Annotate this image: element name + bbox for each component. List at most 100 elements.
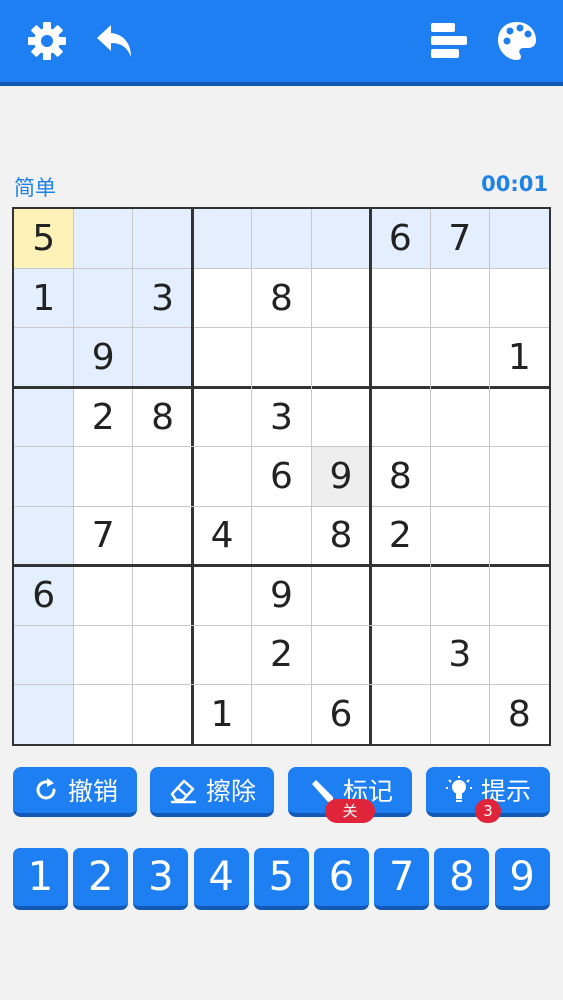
sudoku-board: 5671389128369874826923168 bbox=[12, 207, 551, 746]
sudoku-cell[interactable] bbox=[430, 268, 489, 327]
sudoku-cell[interactable]: 1 bbox=[192, 685, 251, 744]
sudoku-cell[interactable] bbox=[430, 685, 489, 744]
sudoku-cell[interactable] bbox=[371, 387, 430, 446]
erase-button[interactable]: 擦除 bbox=[150, 767, 274, 817]
sudoku-cell[interactable] bbox=[311, 268, 370, 327]
sudoku-cell[interactable] bbox=[133, 625, 192, 684]
number-button-3[interactable]: 3 bbox=[133, 848, 189, 910]
sudoku-cell[interactable] bbox=[311, 387, 370, 446]
sudoku-cell[interactable] bbox=[490, 268, 549, 327]
sudoku-cell[interactable] bbox=[132, 209, 193, 269]
sudoku-cell[interactable] bbox=[73, 685, 132, 744]
theme-button[interactable] bbox=[494, 18, 540, 64]
sudoku-cell[interactable] bbox=[73, 625, 132, 684]
sudoku-cell[interactable]: 6 bbox=[370, 209, 431, 269]
sudoku-cell[interactable]: 8 bbox=[311, 506, 370, 565]
sudoku-cell[interactable]: 1 bbox=[14, 268, 74, 328]
sudoku-cell[interactable] bbox=[430, 328, 489, 387]
sudoku-cell[interactable] bbox=[252, 506, 311, 565]
number-button-7[interactable]: 7 bbox=[374, 848, 430, 910]
stats-button[interactable] bbox=[426, 18, 472, 64]
number-button-6[interactable]: 6 bbox=[314, 848, 369, 910]
sudoku-cell[interactable] bbox=[252, 685, 311, 744]
sudoku-cell[interactable]: 7 bbox=[73, 506, 132, 565]
sudoku-cell[interactable]: 8 bbox=[371, 447, 430, 506]
sudoku-cell[interactable]: 9 bbox=[252, 566, 311, 625]
sudoku-cell[interactable]: 4 bbox=[192, 506, 251, 565]
sudoku-cell[interactable]: 3 bbox=[252, 387, 311, 446]
sudoku-cell[interactable] bbox=[73, 447, 132, 506]
sudoku-cell[interactable] bbox=[192, 209, 252, 269]
notes-button[interactable]: 标记 关 bbox=[288, 767, 412, 823]
sudoku-cell[interactable] bbox=[371, 685, 430, 744]
sudoku-cell[interactable]: 8 bbox=[133, 387, 192, 446]
sudoku-cell[interactable] bbox=[490, 387, 549, 446]
hint-button[interactable]: 提示 3 bbox=[426, 767, 550, 823]
number-button-8[interactable]: 8 bbox=[434, 848, 490, 910]
sudoku-cell[interactable] bbox=[133, 447, 192, 506]
sudoku-cell[interactable] bbox=[251, 209, 312, 269]
sudoku-cell[interactable]: 6 bbox=[252, 447, 311, 506]
sudoku-cell[interactable] bbox=[73, 209, 133, 269]
undo-top-button[interactable] bbox=[92, 18, 138, 64]
sudoku-cell[interactable] bbox=[371, 268, 430, 327]
number-button-1[interactable]: 1 bbox=[13, 848, 68, 910]
number-button-4[interactable]: 4 bbox=[193, 848, 249, 910]
sudoku-cell[interactable] bbox=[14, 625, 74, 685]
sudoku-cell[interactable] bbox=[132, 327, 193, 388]
sudoku-cell[interactable] bbox=[192, 566, 251, 625]
sudoku-cell[interactable] bbox=[14, 506, 74, 566]
sudoku-cell[interactable] bbox=[73, 268, 133, 328]
sudoku-cell[interactable] bbox=[430, 506, 489, 565]
sudoku-cell[interactable] bbox=[252, 328, 311, 387]
sudoku-cell[interactable] bbox=[490, 566, 549, 625]
number-button-9[interactable]: 9 bbox=[494, 848, 550, 910]
sudoku-cell[interactable] bbox=[133, 685, 192, 744]
sudoku-cell[interactable] bbox=[73, 566, 132, 625]
sudoku-cell[interactable] bbox=[192, 268, 251, 327]
sudoku-cell[interactable] bbox=[430, 447, 489, 506]
sudoku-cell[interactable]: 3 bbox=[430, 625, 489, 684]
sudoku-cell[interactable]: 5 bbox=[14, 209, 74, 269]
sudoku-cell[interactable] bbox=[192, 447, 251, 506]
sudoku-cell[interactable]: 2 bbox=[371, 506, 430, 565]
sudoku-cell[interactable] bbox=[133, 566, 192, 625]
sudoku-cell[interactable]: 1 bbox=[490, 328, 549, 387]
sudoku-cell[interactable] bbox=[371, 625, 430, 684]
sudoku-cell[interactable] bbox=[192, 328, 251, 387]
sudoku-cell[interactable]: 9 bbox=[311, 446, 371, 507]
sudoku-cell[interactable] bbox=[14, 684, 74, 744]
sudoku-cell[interactable] bbox=[371, 566, 430, 625]
sudoku-cell[interactable] bbox=[133, 506, 192, 565]
sudoku-cell[interactable] bbox=[371, 328, 430, 387]
sudoku-cell[interactable] bbox=[311, 566, 370, 625]
sudoku-cell[interactable] bbox=[489, 209, 549, 269]
sudoku-cell[interactable] bbox=[490, 447, 549, 506]
sudoku-cell[interactable] bbox=[430, 566, 489, 625]
sudoku-cell[interactable]: 6 bbox=[14, 565, 74, 626]
sudoku-cell[interactable] bbox=[192, 625, 251, 684]
sudoku-cell[interactable]: 2 bbox=[252, 625, 311, 684]
sudoku-cell[interactable]: 3 bbox=[132, 268, 193, 328]
sudoku-cell[interactable] bbox=[490, 625, 549, 684]
sudoku-cell[interactable]: 9 bbox=[73, 327, 133, 388]
sudoku-cell[interactable] bbox=[14, 387, 74, 447]
sudoku-cell[interactable] bbox=[192, 387, 251, 446]
sudoku-cell[interactable]: 8 bbox=[490, 685, 549, 744]
sudoku-cell[interactable]: 2 bbox=[73, 387, 132, 446]
sudoku-cell[interactable] bbox=[14, 446, 74, 507]
sudoku-cell[interactable] bbox=[311, 209, 371, 269]
sudoku-cell[interactable] bbox=[311, 625, 370, 684]
sudoku-cell[interactable] bbox=[311, 328, 370, 387]
sudoku-cell[interactable] bbox=[14, 327, 74, 388]
sudoku-cell[interactable] bbox=[430, 387, 489, 446]
number-button-2[interactable]: 2 bbox=[73, 848, 129, 910]
undo-button[interactable]: 撤销 bbox=[13, 767, 137, 817]
number-button-5[interactable]: 5 bbox=[253, 848, 309, 910]
difficulty-label: 简单 bbox=[14, 176, 56, 200]
settings-button[interactable] bbox=[24, 18, 70, 64]
sudoku-cell[interactable]: 8 bbox=[252, 268, 311, 327]
sudoku-cell[interactable]: 7 bbox=[430, 209, 490, 269]
sudoku-cell[interactable] bbox=[490, 506, 549, 565]
sudoku-cell[interactable]: 6 bbox=[311, 685, 370, 744]
